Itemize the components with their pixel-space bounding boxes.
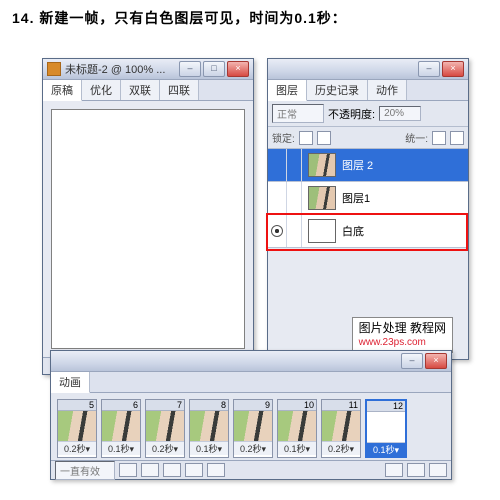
app-icon (47, 62, 61, 76)
panel-min-button[interactable]: – (418, 61, 440, 77)
animation-frame[interactable]: 8 0.1秒▾ (189, 399, 229, 458)
lock-pixels-icon[interactable] (317, 131, 331, 145)
layer-thumbnail[interactable] (308, 153, 336, 177)
close-button[interactable]: × (227, 61, 249, 77)
frame-thumbnail (234, 411, 272, 441)
document-titlebar[interactable]: 未标题-2 @ 100% ... – □ × (43, 59, 253, 80)
animation-frame[interactable]: 9 0.2秒▾ (233, 399, 273, 458)
frame-thumbnail (367, 412, 405, 442)
layer-thumbnail[interactable] (308, 219, 336, 243)
opacity-label: 不透明度: (328, 106, 375, 122)
animation-frame[interactable]: 5 0.2秒▾ (57, 399, 97, 458)
layer-thumbnail[interactable] (308, 186, 336, 210)
step-instruction: 14. 新建一帧，只有白色图层可见，时间为0.1秒： (12, 8, 488, 28)
visibility-toggle[interactable] (268, 149, 287, 181)
panel-close-button[interactable]: × (442, 61, 464, 77)
tab-optimized[interactable]: 优化 (82, 80, 121, 100)
frame-duration[interactable]: 0.1秒▾ (190, 441, 228, 455)
frame-number: 8 (190, 400, 228, 411)
maximize-button[interactable]: □ (203, 61, 225, 77)
layer-row[interactable]: 白底 (268, 215, 468, 248)
animation-panel: – × 动画 5 0.2秒▾ 6 0.1秒▾ 7 0.2秒▾ 8 0.1秒▾ 9 0.2秒▾ 10 0… (50, 350, 452, 480)
minimize-button[interactable]: – (179, 61, 201, 77)
frame-duration[interactable]: 0.2秒▾ (146, 441, 184, 455)
animation-frame[interactable]: 6 0.1秒▾ (101, 399, 141, 458)
frame-number: 6 (102, 400, 140, 411)
frame-duration[interactable]: 0.2秒▾ (58, 441, 96, 455)
last-frame-button[interactable] (207, 463, 225, 477)
frames-strip: 5 0.2秒▾ 6 0.1秒▾ 7 0.2秒▾ 8 0.1秒▾ 9 0.2秒▾ 10 0.1秒▾ 11 0… (51, 393, 451, 460)
lock-transparency-icon[interactable] (299, 131, 313, 145)
frame-thumbnail (190, 411, 228, 441)
layers-panel-tabs: 图层 历史记录 动作 (268, 80, 468, 101)
document-title: 未标题-2 @ 100% ... (65, 61, 165, 77)
animation-frame[interactable]: 7 0.2秒▾ (145, 399, 185, 458)
tab-4up[interactable]: 四联 (160, 80, 199, 100)
layers-list: 图层 2 图层1 白底 (268, 149, 468, 248)
animation-frame[interactable]: 11 0.2秒▾ (321, 399, 361, 458)
canvas[interactable] (51, 109, 245, 349)
layer-name[interactable]: 图层1 (342, 190, 370, 206)
tween-button[interactable] (385, 463, 403, 477)
tab-history[interactable]: 历史记录 (307, 80, 368, 100)
lock-label: 锁定: (272, 130, 295, 145)
frame-duration[interactable]: 0.1秒▾ (367, 442, 405, 456)
blend-mode-select[interactable]: 正常 (272, 104, 324, 123)
unify-icon-2[interactable] (450, 131, 464, 145)
frame-number: 5 (58, 400, 96, 411)
link-cell[interactable] (287, 149, 302, 181)
frame-duration[interactable]: 0.1秒▾ (278, 441, 316, 455)
delete-frame-button[interactable] (429, 463, 447, 477)
animation-frame[interactable]: 10 0.1秒▾ (277, 399, 317, 458)
tab-animation[interactable]: 动画 (51, 372, 90, 393)
frame-number: 11 (322, 400, 360, 411)
document-tabs: 原稿 优化 双联 四联 (43, 80, 253, 101)
frame-duration[interactable]: 0.2秒▾ (234, 441, 272, 455)
layers-panel-titlebar[interactable]: – × (268, 59, 468, 80)
play-button[interactable] (163, 463, 181, 477)
animation-frame[interactable]: 12 0.1秒▾ (365, 399, 407, 458)
visibility-toggle[interactable] (268, 215, 287, 247)
frame-thumbnail (278, 411, 316, 441)
frame-thumbnail (102, 411, 140, 441)
eye-icon (271, 225, 283, 237)
tab-original[interactable]: 原稿 (43, 80, 82, 101)
panel-min-button[interactable]: – (401, 353, 423, 369)
next-frame-button[interactable] (185, 463, 203, 477)
frame-number: 12 (367, 401, 405, 412)
animation-titlebar[interactable]: – × (51, 351, 451, 372)
frame-number: 10 (278, 400, 316, 411)
layers-panel: – × 图层 历史记录 动作 正常 不透明度: 20% 锁定: 统一: (267, 58, 469, 360)
link-cell[interactable] (287, 182, 302, 214)
tab-actions[interactable]: 动作 (368, 80, 407, 100)
panel-close-button[interactable]: × (425, 353, 447, 369)
new-frame-button[interactable] (407, 463, 425, 477)
first-frame-button[interactable] (119, 463, 137, 477)
tab-layers[interactable]: 图层 (268, 80, 307, 101)
frame-duration[interactable]: 0.2秒▾ (322, 441, 360, 455)
prev-frame-button[interactable] (141, 463, 159, 477)
document-window: 未标题-2 @ 100% ... – □ × 原稿 优化 双联 四联 100% … (42, 58, 254, 375)
frame-thumbnail (58, 411, 96, 441)
tab-2up[interactable]: 双联 (121, 80, 160, 100)
opacity-select[interactable]: 20% (379, 106, 421, 121)
frame-number: 7 (146, 400, 184, 411)
layer-row[interactable]: 图层1 (268, 182, 468, 215)
tutorial-watermark: 图片处理 教程网 www.23ps.com (352, 317, 453, 353)
layer-name[interactable]: 白底 (342, 223, 364, 239)
frame-thumbnail (146, 411, 184, 441)
layer-row[interactable]: 图层 2 (268, 149, 468, 182)
frame-thumbnail (322, 411, 360, 441)
loop-select[interactable]: 一直有效 (55, 461, 115, 480)
unify-icon-1[interactable] (432, 131, 446, 145)
frame-number: 9 (234, 400, 272, 411)
frame-duration[interactable]: 0.1秒▾ (102, 441, 140, 455)
layer-name[interactable]: 图层 2 (342, 157, 373, 173)
link-cell[interactable] (287, 215, 302, 247)
unify-label: 统一: (405, 130, 428, 145)
visibility-toggle[interactable] (268, 182, 287, 214)
